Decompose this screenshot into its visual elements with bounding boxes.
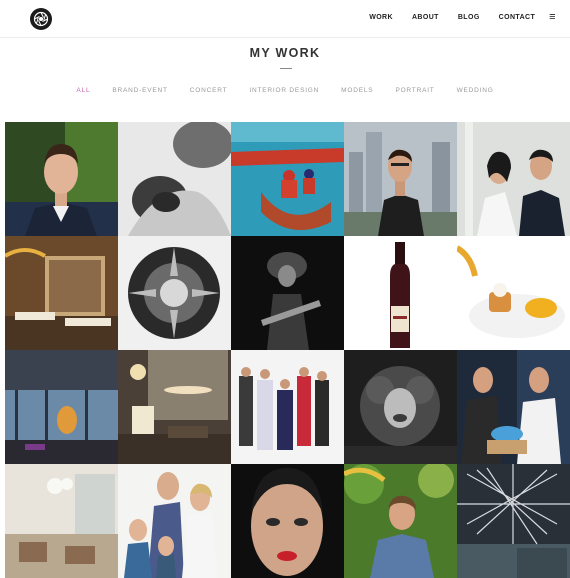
nav-item-about[interactable]: ABOUT: [412, 14, 439, 21]
top-navigation-bar: WORK ABOUT BLOG CONTACT ≡: [0, 0, 570, 38]
portfolio-item-hotel-lounge[interactable]: [118, 350, 231, 464]
main-nav: WORK ABOUT BLOG CONTACT ≡: [350, 12, 556, 23]
nav-item-blog[interactable]: BLOG: [458, 14, 480, 21]
filter-wedding[interactable]: WEDDING: [457, 87, 494, 94]
portfolio-item-dragon-boat[interactable]: [231, 122, 344, 236]
portfolio-filter-bar: ALL BRAND-EVENT CONCERT INTERIOR DESIGN …: [0, 87, 570, 94]
portfolio-item-family-portrait[interactable]: [118, 464, 231, 578]
filter-interior-design[interactable]: INTERIOR DESIGN: [249, 87, 319, 94]
portfolio-item-wedding-couple[interactable]: [457, 122, 570, 236]
portfolio-item-city-portrait[interactable]: [344, 122, 457, 236]
portfolio-item-curly-hair-woman[interactable]: [344, 350, 457, 464]
aperture-icon[interactable]: [30, 8, 52, 30]
hamburger-menu-icon[interactable]: ≡: [549, 12, 556, 23]
portfolio-item-wine-bottle[interactable]: [344, 236, 457, 350]
portfolio-item-architecture-lines[interactable]: [457, 464, 570, 578]
filter-brand-event[interactable]: BRAND-EVENT: [112, 87, 167, 94]
page-title: MY WORK: [249, 46, 321, 60]
filter-concert[interactable]: CONCERT: [190, 87, 228, 94]
portfolio-item-hands-circle[interactable]: [118, 236, 231, 350]
portfolio-item-garden-portrait[interactable]: [344, 464, 457, 578]
portfolio-item-model-closeup[interactable]: [231, 464, 344, 578]
filter-models[interactable]: MODELS: [341, 87, 373, 94]
filter-all[interactable]: ALL: [76, 87, 90, 94]
title-divider: [280, 68, 292, 69]
filter-portrait[interactable]: PORTRAIT: [395, 87, 434, 94]
portfolio-grid: [5, 122, 570, 578]
portfolio-item-chefs[interactable]: [457, 350, 570, 464]
portfolio-item-dessert-plate[interactable]: [457, 236, 570, 350]
portfolio-item-lobby-chandelier[interactable]: [5, 350, 118, 464]
nav-item-contact[interactable]: CONTACT: [499, 14, 536, 21]
nav-item-work[interactable]: WORK: [369, 14, 393, 21]
portfolio-item-businessman-portrait[interactable]: [5, 122, 118, 236]
portfolio-item-concert-guitarist[interactable]: [231, 236, 344, 350]
portfolio-item-cafe-interior[interactable]: [5, 464, 118, 578]
portfolio-item-wine-restaurant[interactable]: [5, 236, 118, 350]
portfolio-item-bw-couple[interactable]: [118, 122, 231, 236]
portfolio-item-team-group[interactable]: [231, 350, 344, 464]
